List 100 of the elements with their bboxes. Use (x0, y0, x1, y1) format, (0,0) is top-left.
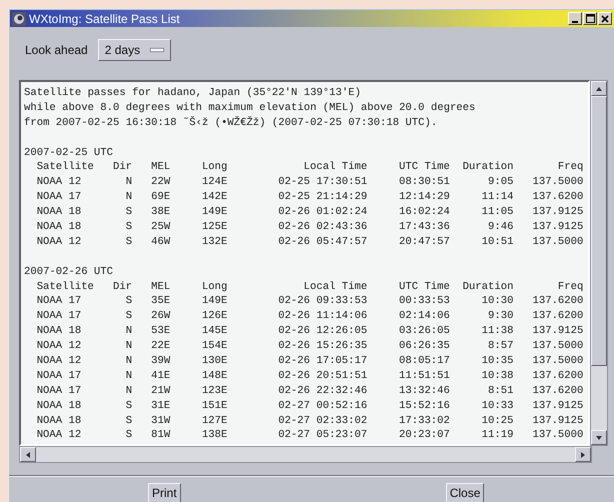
table-cell: 127E (202, 414, 228, 427)
table-cell: 39W (151, 355, 170, 368)
table-cell: 81W (151, 429, 170, 442)
table-cell: 41E (151, 370, 170, 382)
table-cell: 02-26 17:05:17 (278, 355, 368, 368)
table-cell: S (126, 429, 132, 442)
table-cell: 10:51 (482, 236, 514, 248)
table-cell: S (126, 414, 132, 427)
arrow-right-icon (579, 450, 587, 458)
table-cell: 137.9125 (532, 400, 584, 412)
table-cell: 11:19 (482, 429, 514, 442)
table-cell: NOAA 18 (36, 414, 82, 427)
table-cell: NOAA 17 (36, 384, 82, 397)
table-cell: 26W (151, 310, 170, 322)
scroll-left-button[interactable] (20, 447, 36, 462)
close-dialog-button[interactable]: Close (446, 483, 484, 502)
table-cell: 22W (151, 176, 170, 188)
report-header-line: while above 8.0 degrees with maximum elevation (MEL) above 20.0 degrees (24, 102, 476, 114)
table-cell: 46W (151, 236, 170, 248)
table-cell: NOAA 12 (36, 236, 82, 248)
arrow-up-icon (595, 84, 603, 92)
table-cell: 02-27 02:33:02 (278, 414, 368, 427)
table-cell: 137.9125 (532, 414, 584, 427)
column-header: Satellite (36, 280, 94, 293)
table-cell: N (126, 370, 132, 382)
table-cell: S (126, 310, 132, 322)
table-cell: N (126, 176, 132, 188)
scroll-up-button[interactable] (591, 81, 607, 96)
table-cell: 25W (151, 221, 170, 234)
vertical-scrollbar[interactable] (590, 80, 608, 446)
scroll-right-button[interactable] (575, 447, 591, 462)
scroll-down-button[interactable] (591, 430, 607, 445)
table-cell: 00:33:53 (399, 295, 450, 308)
table-cell: 137.9125 (532, 206, 584, 218)
table-cell: 11:05 (482, 206, 514, 218)
close-icon (601, 14, 609, 23)
table-cell: NOAA 12 (36, 340, 82, 352)
table-cell: 10:33 (482, 400, 514, 412)
table-cell: 137.9125 (532, 325, 584, 338)
table-cell: 20:23:07 (399, 429, 450, 442)
table-cell: 137.5000 (532, 355, 584, 368)
table-cell: 145E (202, 325, 228, 338)
table-cell: 9:46 (488, 221, 514, 234)
table-cell: NOAA 18 (36, 400, 82, 412)
table-cell: NOAA 17 (36, 310, 82, 322)
table-cell: 02-25 21:14:29 (278, 191, 368, 204)
table-cell: NOAA 18 (36, 221, 82, 234)
table-cell: 137.6200 (532, 191, 584, 204)
column-header: Duration (462, 280, 514, 293)
table-cell: 35E (151, 295, 170, 308)
table-cell: 148E (202, 370, 228, 382)
column-header: MEL (151, 161, 170, 174)
scroll-thumb[interactable] (591, 96, 607, 366)
table-cell: 31W (151, 414, 170, 427)
table-cell: 17:43:36 (399, 221, 450, 234)
look-ahead-dropdown[interactable]: 2 days (98, 38, 172, 61)
table-cell: 10:38 (482, 370, 514, 382)
column-header: Dir (112, 280, 132, 293)
table-cell: 02-26 15:26:35 (278, 340, 368, 352)
table-cell: 69E (151, 191, 170, 204)
table-cell: 02-27 05:23:07 (278, 429, 368, 442)
table-cell: 9:30 (488, 310, 514, 322)
table-cell: 149E (202, 295, 228, 308)
table-cell: 13:32:46 (399, 384, 450, 397)
print-button[interactable]: Print (148, 483, 181, 502)
table-cell: 22E (151, 340, 170, 352)
window-title: WXtoImg: Satellite Pass List (29, 12, 181, 26)
table-cell: NOAA 17 (36, 370, 82, 382)
table-cell: N (126, 191, 132, 204)
table-cell: S (126, 221, 132, 234)
table-cell: 11:38 (482, 325, 514, 338)
minimize-button[interactable] (568, 12, 582, 26)
maximize-button[interactable] (583, 12, 597, 26)
table-cell: 151E (202, 400, 228, 412)
table-cell: 137.5000 (532, 236, 584, 248)
minimize-icon (572, 20, 578, 23)
table-cell: 126E (202, 310, 228, 322)
table-cell: 124E (202, 176, 228, 188)
table-cell: NOAA 18 (36, 206, 82, 218)
horizontal-scrollbar[interactable] (19, 446, 592, 463)
table-cell: 10:25 (482, 414, 514, 427)
table-cell: 137.5000 (532, 429, 584, 442)
arrow-down-icon (595, 434, 603, 442)
table-cell: 137.6200 (532, 384, 584, 397)
column-header: UTC Time (399, 161, 450, 174)
table-cell: NOAA 12 (36, 429, 82, 442)
column-header: Satellite (36, 161, 94, 174)
close-button[interactable] (598, 12, 612, 26)
table-cell: 130E (202, 355, 228, 368)
table-cell: S (126, 295, 132, 308)
table-cell: NOAA 17 (36, 295, 82, 308)
column-header: Long (202, 161, 228, 174)
table-cell: 03:26:05 (399, 325, 450, 338)
option-menu-icon (150, 48, 164, 52)
table-cell: 08:30:51 (399, 176, 450, 188)
table-cell: 10:30 (482, 295, 514, 308)
column-header: MEL (151, 280, 170, 293)
table-cell: 02-26 22:32:46 (278, 384, 368, 397)
table-cell: 123E (202, 384, 228, 397)
column-header: Local Time (304, 280, 368, 293)
